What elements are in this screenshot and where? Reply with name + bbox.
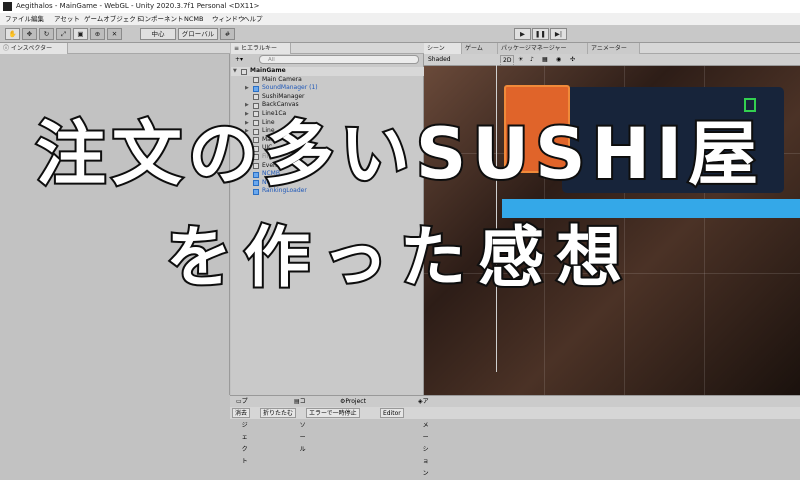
menu-gameobject[interactable]: ゲームオブジェクト: [84, 13, 142, 25]
window-titlebar: Aegithalos - MainGame - WebGL - Unity 20…: [0, 0, 800, 13]
gameobject-icon: [253, 102, 259, 109]
tab-scene[interactable]: シーン: [424, 43, 462, 54]
hierarchy-header: ≡ ヒエラルキー: [231, 43, 424, 54]
hierarchy-item-label: Main Camera: [262, 75, 302, 83]
error-pause-button[interactable]: エラーで一時停止: [306, 408, 360, 418]
prefab-icon: [253, 85, 259, 92]
hierarchy-item[interactable]: ▶ SoundManager (1): [231, 84, 424, 93]
game-tab-label: ゲーム: [465, 45, 483, 52]
unity-icon: [3, 2, 12, 11]
pause-button[interactable]: ❚❚: [532, 28, 549, 40]
rotate-tool-button[interactable]: ↻: [39, 28, 54, 40]
hierarchy-item[interactable]: Main Camera: [231, 76, 424, 85]
bottom-tabs: ▭ プロジェクト ▤ コンソール ⚙ Project Settings ◈ アニ…: [230, 395, 800, 477]
tab-hierarchy[interactable]: ≡ ヒエラルキー: [231, 43, 291, 54]
inspector-header: ⓘ インスペクター: [0, 43, 230, 54]
package-manager-tab-label: パッケージマネージャー: [501, 45, 567, 52]
menu-component[interactable]: コンポーネント: [138, 13, 184, 25]
hierarchy-item[interactable]: SushiManager: [231, 93, 424, 102]
collapse-button[interactable]: 折りたたむ: [260, 408, 297, 418]
hierarchy-tab-label: ヒエラルキー: [240, 45, 277, 52]
play-button[interactable]: ▶: [514, 28, 531, 40]
menu-edit[interactable]: 編集: [31, 13, 44, 25]
add-object-button[interactable]: +▾: [235, 54, 243, 65]
green-marker-icon: [744, 98, 756, 112]
menu-ncmb[interactable]: NCMB: [184, 13, 203, 25]
move-tool-button[interactable]: ✥: [22, 28, 37, 40]
tab-game[interactable]: ゲーム: [462, 43, 498, 54]
expand-down-icon[interactable]: ▼: [233, 67, 237, 76]
inspector-tab-label: インスペクター: [10, 45, 53, 52]
overlay-title-line1: 注文の多いSUSHI屋: [34, 111, 765, 197]
rect-tool-button[interactable]: ▣: [73, 28, 88, 40]
grid-snap-button[interactable]: #: [220, 28, 235, 40]
hierarchy-search-input[interactable]: All: [259, 55, 419, 64]
expand-right-icon[interactable]: ▶: [245, 101, 249, 110]
transform-tool-button[interactable]: ⊕: [90, 28, 105, 40]
pivot-toggle[interactable]: 中心: [140, 28, 176, 40]
editor-select[interactable]: Editor: [380, 408, 404, 418]
ui-progress-bar: [502, 199, 800, 218]
menu-assets[interactable]: アセット: [54, 13, 80, 25]
shading-mode-select[interactable]: Shaded: [428, 54, 451, 66]
hierarchy-item[interactable]: ▶ BackCanvas: [231, 101, 424, 110]
hierarchy-item-label: SushiManager: [262, 92, 305, 100]
gameobject-icon: [253, 77, 259, 84]
hierarchy-item-label: MainGame: [250, 67, 286, 74]
window-title: Aegithalos - MainGame - WebGL - Unity 20…: [16, 2, 260, 10]
global-toggle[interactable]: グローバル: [178, 28, 218, 40]
hierarchy-item-label: BackCanvas: [262, 101, 299, 109]
menu-help[interactable]: ヘルプ: [243, 13, 263, 25]
custom-tool-button[interactable]: ✕: [107, 28, 122, 40]
global-label: グローバル: [181, 30, 215, 38]
overlay-title-line2: を作った感想: [164, 217, 634, 298]
list-icon: ≡: [234, 45, 241, 52]
hand-tool-button[interactable]: ✋: [5, 28, 20, 40]
tab-package-manager[interactable]: パッケージマネージャー: [498, 43, 588, 54]
tab-animator[interactable]: アニメーター: [588, 43, 640, 54]
info-icon: ⓘ: [3, 45, 11, 52]
step-button[interactable]: ▶|: [550, 28, 567, 40]
menu-bar: ファイル 編集 アセット ゲームオブジェクト コンポーネント NCMB ウィンド…: [0, 13, 800, 25]
animator-tab-label: アニメーター: [591, 45, 627, 52]
main-toolbar: ✋ ✥ ↻ ⤢ ▣ ⊕ ✕ 中心 グローバル # ▶ ❚❚ ▶|: [0, 25, 800, 43]
console-tab-label: コンソール: [299, 398, 306, 453]
scene-tab-label: シーン: [427, 45, 445, 52]
menu-window[interactable]: ウィンドウ: [212, 13, 245, 25]
expand-right-icon[interactable]: ▶: [245, 84, 249, 93]
scene-header: シーン ゲーム パッケージマネージャー アニメーター: [424, 43, 800, 54]
console-toolbar: 消去 折りたたむ エラーで一時停止 Editor: [230, 407, 800, 419]
scale-tool-button[interactable]: ⤢: [56, 28, 71, 40]
pivot-label: 中心: [151, 30, 165, 38]
clear-button[interactable]: 消去: [232, 408, 251, 418]
gameobject-icon: [253, 94, 259, 101]
tab-inspector[interactable]: ⓘ インスペクター: [0, 43, 68, 54]
menu-file[interactable]: ファイル: [5, 13, 31, 25]
hierarchy-item[interactable]: ▼ MainGame: [231, 67, 424, 76]
hierarchy-item-label: SoundManager (1): [262, 84, 318, 92]
scene-icon: [241, 68, 247, 75]
